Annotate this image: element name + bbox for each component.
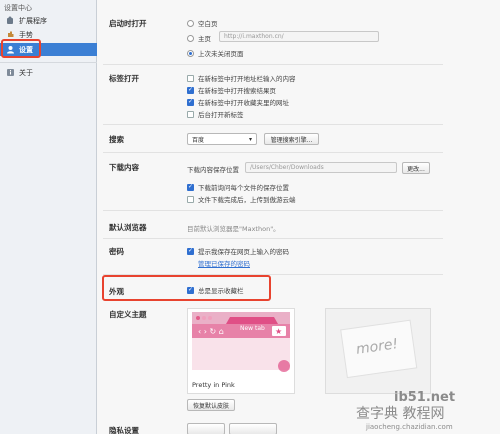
section-divider bbox=[103, 64, 443, 65]
manage-search-engines-button[interactable]: 管理搜索引擎... bbox=[264, 133, 319, 145]
gesture-icon bbox=[6, 30, 15, 39]
password-option-save[interactable]: ✓ 提示我保存在网页上输入的密码 bbox=[187, 246, 289, 256]
sidebar-item-label: 设置 bbox=[19, 45, 33, 54]
checkbox-checked[interactable]: ✓ bbox=[187, 183, 194, 191]
radio-button[interactable] bbox=[187, 34, 194, 42]
download-option-cloud[interactable]: 文件下载完成后，上传到傲游云端 bbox=[187, 194, 296, 204]
privacy-button-1[interactable] bbox=[187, 423, 225, 434]
section-divider bbox=[103, 152, 443, 153]
svg-text:★: ★ bbox=[275, 327, 282, 336]
puzzle-icon bbox=[6, 16, 15, 25]
download-location-field[interactable]: /Users/Chber/Downloads bbox=[245, 162, 397, 173]
section-divider bbox=[103, 274, 443, 275]
search-engine-select[interactable]: 百度 ▾ bbox=[187, 133, 257, 145]
checkbox-checked[interactable]: ✓ bbox=[187, 86, 194, 94]
download-label: 下载内容 bbox=[109, 163, 139, 172]
startup-label: 启动时打开 bbox=[109, 19, 147, 28]
download-location-label: 下载内容保存位置 bbox=[187, 166, 239, 174]
sidebar-item-gestures[interactable]: 手势 bbox=[0, 28, 97, 41]
privacy-button-2[interactable] bbox=[229, 423, 277, 434]
sidebar-item-label: 扩展程序 bbox=[19, 16, 47, 25]
change-location-button[interactable]: 更改... bbox=[402, 162, 430, 174]
privacy-label: 隐私设置 bbox=[109, 426, 139, 434]
sidebar-item-label: 关于 bbox=[19, 68, 33, 77]
startup-option-blank[interactable]: 空白页 bbox=[187, 18, 218, 28]
tabs-option-background[interactable]: 后台打开新标签 bbox=[187, 109, 244, 119]
section-divider bbox=[103, 124, 443, 125]
section-divider bbox=[103, 210, 443, 211]
checkbox[interactable] bbox=[187, 195, 194, 203]
default-browser-label: 默认浏览器 bbox=[109, 223, 147, 232]
download-option-ask[interactable]: ✓ 下载前询问每个文件的保存位置 bbox=[187, 182, 289, 192]
homepage-url-field[interactable]: http://i.maxthon.cn/ bbox=[219, 31, 379, 42]
radio-button[interactable] bbox=[187, 19, 194, 27]
tabs-option-address-bar[interactable]: 在新标签中打开地址栏输入的内容 bbox=[187, 73, 296, 83]
startup-option-homepage[interactable]: 主页 bbox=[187, 33, 211, 43]
theme-card-more[interactable]: more! bbox=[325, 308, 431, 394]
tabs-option-search-results[interactable]: ✓ 在新标签中打开搜索结果页 bbox=[187, 85, 276, 95]
theme-preview-pink: ‹ › ↻ ⌂ ★ bbox=[188, 309, 294, 373]
appearance-option-favorites-bar[interactable]: ✓ 总是显示收藏栏 bbox=[187, 285, 244, 295]
appearance-label: 外观 bbox=[109, 287, 124, 296]
theme-card-pretty-in-pink[interactable]: ‹ › ↻ ⌂ ★ New tab Pretty in Pink bbox=[187, 308, 295, 394]
tabs-label: 标签打开 bbox=[109, 74, 139, 83]
watermark-cn: 查字典 教程网 bbox=[356, 406, 445, 422]
chevron-down-icon: ▾ bbox=[248, 135, 252, 143]
section-divider bbox=[103, 238, 443, 239]
theme-preview-tab-label: New tab bbox=[240, 325, 265, 332]
checkbox[interactable] bbox=[187, 74, 194, 82]
restore-default-theme-button[interactable]: 恢复默认皮肤 bbox=[187, 399, 235, 411]
custom-theme-label: 自定义主题 bbox=[109, 310, 147, 319]
startup-option-last-session[interactable]: 上次未关闭页面 bbox=[187, 48, 244, 58]
theme-name: Pretty in Pink bbox=[192, 381, 235, 389]
default-browser-status: 目前默认浏览器是"Maxthon"。 bbox=[187, 225, 280, 233]
sidebar-item-extensions[interactable]: 扩展程序 bbox=[0, 14, 97, 27]
settings-sidebar: 设置中心 扩展程序 手势 设置 关于 bbox=[0, 0, 97, 434]
user-icon bbox=[6, 45, 15, 54]
sidebar-item-label: 手势 bbox=[19, 30, 33, 39]
svg-text:‹ › ↻ ⌂: ‹ › ↻ ⌂ bbox=[198, 327, 224, 336]
sidebar-item-about[interactable]: 关于 bbox=[0, 66, 97, 79]
password-label: 密码 bbox=[109, 247, 124, 256]
sidebar-item-settings[interactable]: 设置 bbox=[0, 43, 97, 56]
checkbox-checked[interactable]: ✓ bbox=[187, 98, 194, 106]
checkbox-checked[interactable]: ✓ bbox=[187, 247, 194, 255]
radio-button-selected[interactable] bbox=[187, 49, 194, 57]
manage-passwords-link[interactable]: 管理已保存的密码 bbox=[198, 258, 250, 268]
checkbox-checked[interactable]: ✓ bbox=[187, 286, 194, 294]
about-icon bbox=[6, 68, 15, 77]
search-label: 搜索 bbox=[109, 135, 124, 144]
checkbox[interactable] bbox=[187, 110, 194, 118]
sidebar-divider bbox=[0, 62, 97, 63]
watermark-url: jiaocheng.chazidian.com bbox=[366, 423, 453, 431]
tabs-option-favorites[interactable]: ✓ 在新标签中打开收藏夹里的网址 bbox=[187, 97, 289, 107]
settings-panel: 启动时打开 空白页 主页 http://i.maxthon.cn/ 上次未关闭页… bbox=[97, 0, 500, 434]
sidebar-title: 设置中心 bbox=[4, 4, 32, 12]
